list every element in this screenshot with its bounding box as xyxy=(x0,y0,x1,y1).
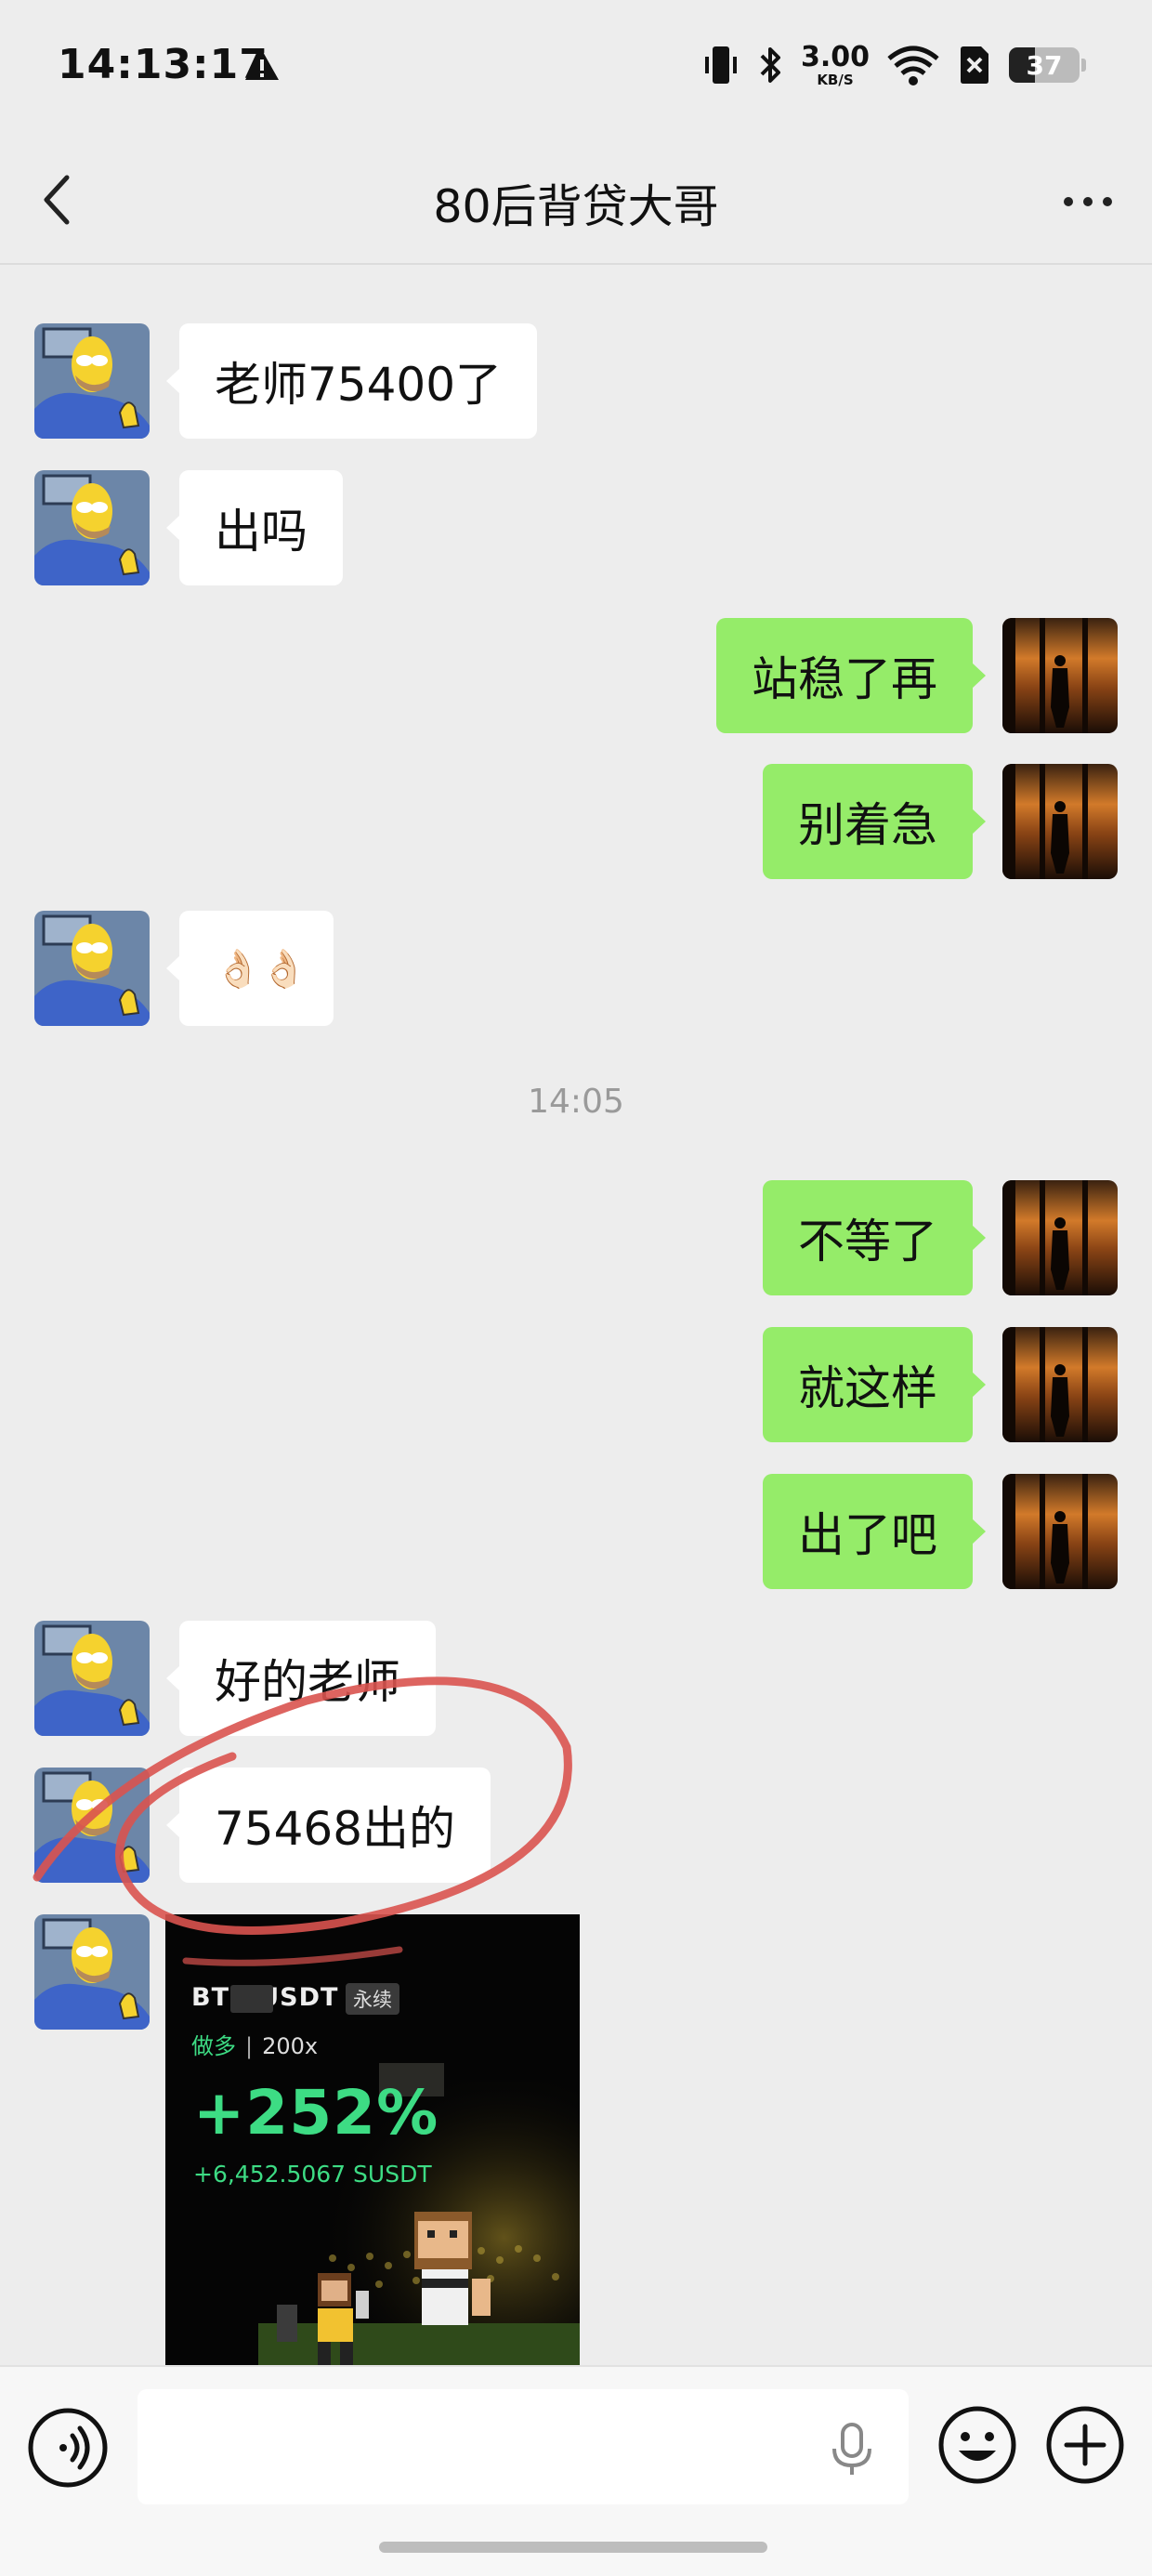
battery-icon: 37 xyxy=(1009,47,1086,83)
message-bubble-incoming[interactable]: 出吗 xyxy=(166,470,343,585)
message-bubble-incoming[interactable]: 👌🏻👌🏻 xyxy=(166,911,334,1026)
contact-avatar[interactable] xyxy=(34,1768,150,1883)
message-bubble-outgoing[interactable]: 出了吧 xyxy=(763,1474,986,1589)
net-speed-value: 3.00 xyxy=(800,40,870,73)
trade-image-message[interactable]: BTC USDT 永续 做多 | 200x +252% +6,452.5067 SU… xyxy=(165,1914,580,2365)
pnl-value: +6,452.5067 SUSDT xyxy=(193,2161,432,2188)
message-input[interactable] xyxy=(137,2389,909,2504)
status-bar: 14:13:17 3.00 KB/S 37 xyxy=(0,0,1152,135)
bluetooth-icon xyxy=(760,47,780,83)
home-indicator[interactable] xyxy=(379,2542,767,2553)
contact-avatar[interactable] xyxy=(34,1621,150,1736)
input-bar xyxy=(0,2365,1152,2576)
my-avatar[interactable] xyxy=(1002,1180,1118,1295)
status-icons: 3.00 KB/S 37 xyxy=(702,39,1086,91)
vibrate-icon xyxy=(704,46,737,84)
alert-triangle-icon xyxy=(245,50,279,80)
message-bubble-outgoing[interactable]: 不等了 xyxy=(763,1180,986,1295)
wifi-icon xyxy=(887,46,939,85)
my-avatar[interactable] xyxy=(1002,764,1118,879)
my-avatar[interactable] xyxy=(1002,1474,1118,1589)
contract-type-tag: 永续 xyxy=(346,1983,399,2015)
message-bubble-incoming[interactable]: 老师75400了 xyxy=(165,323,538,439)
emoji-icon[interactable] xyxy=(936,2404,1018,2486)
direction-label: 做多 xyxy=(191,2033,236,2059)
contact-avatar[interactable] xyxy=(34,323,150,439)
message-bubble-incoming[interactable]: 75468出的 xyxy=(165,1768,491,1883)
contact-avatar[interactable] xyxy=(34,1914,150,2030)
microphone-icon[interactable] xyxy=(829,2421,875,2478)
more-options-button[interactable] xyxy=(1054,176,1122,228)
no-sim-icon xyxy=(961,46,988,84)
message-bubble-outgoing[interactable]: 就这样 xyxy=(763,1327,986,1442)
battery-percent: 37 xyxy=(1026,49,1063,81)
time-divider: 14:05 xyxy=(528,1083,624,1121)
chat-header: 80后背贷大哥 xyxy=(0,135,1152,265)
message-bubble-outgoing[interactable]: 站稳了再 xyxy=(716,618,986,733)
roi-value: +252% xyxy=(193,2077,439,2149)
plus-icon[interactable] xyxy=(1044,2404,1126,2486)
contact-avatar[interactable] xyxy=(34,911,150,1026)
more-dots-icon xyxy=(1064,197,1073,206)
voice-mode-icon[interactable] xyxy=(26,2406,110,2490)
message-bubble-outgoing[interactable]: 别着急 xyxy=(763,764,986,879)
my-avatar[interactable] xyxy=(1002,1327,1118,1442)
redaction-block xyxy=(230,1985,273,2013)
net-speed: 3.00 KB/S xyxy=(800,40,870,88)
message-bubble-incoming[interactable]: 好的老师 xyxy=(166,1621,436,1736)
position-info: 做多 | 200x xyxy=(191,2028,318,2060)
chat-title: 80后背贷大哥 xyxy=(433,180,719,233)
contact-avatar[interactable] xyxy=(34,470,150,585)
status-time: 14:13:17 xyxy=(58,41,268,88)
my-avatar[interactable] xyxy=(1002,618,1118,733)
separator: | xyxy=(245,2033,254,2059)
leverage-label: 200x xyxy=(262,2033,319,2059)
net-speed-unit: KB/S xyxy=(817,71,854,88)
